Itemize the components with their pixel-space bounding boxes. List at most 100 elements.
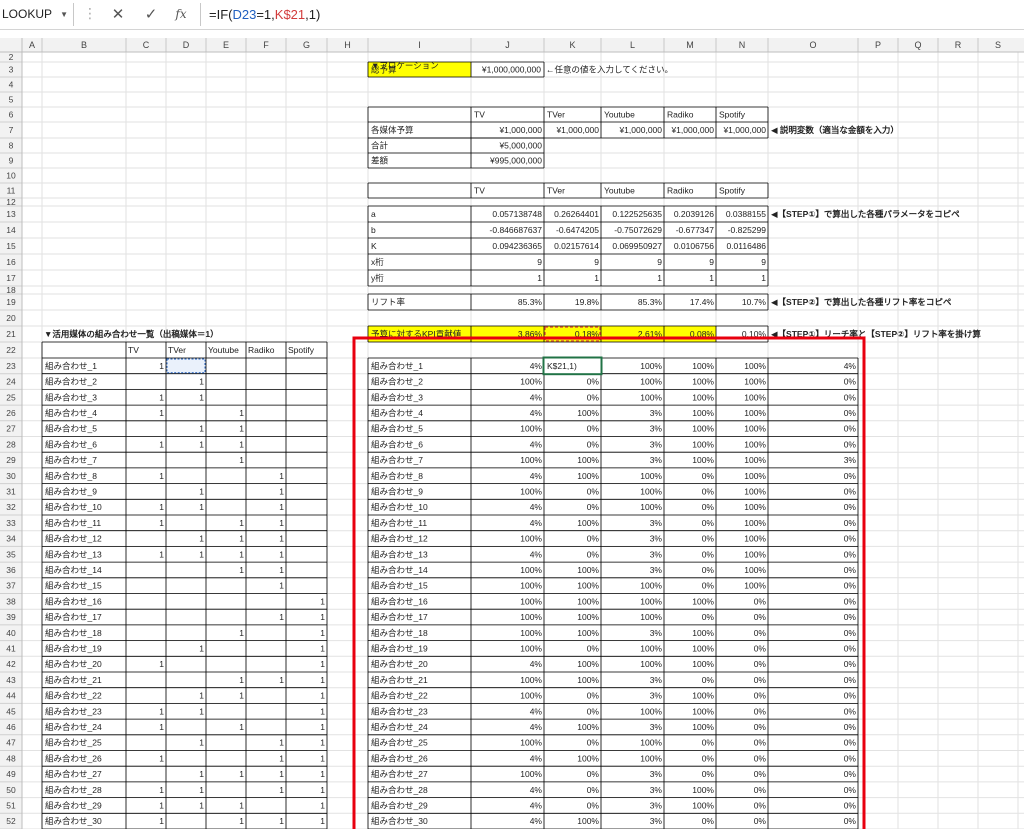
result-cell[interactable]: 0%	[587, 643, 600, 653]
combo-flag-cell[interactable]: 1	[239, 816, 244, 826]
lift-cell[interactable]: 10.7%	[742, 297, 767, 307]
result-cell[interactable]: 3%	[650, 424, 663, 434]
result-cell[interactable]: 0%	[844, 471, 857, 481]
param-cell[interactable]: 9	[594, 257, 599, 267]
row-header-10[interactable]: 10	[6, 171, 16, 181]
combo-flag-cell[interactable]: 1	[199, 691, 204, 701]
combo-flag-cell[interactable]: 1	[279, 816, 284, 826]
result-cell[interactable]: 100%	[640, 471, 662, 481]
lift-cell[interactable]: 19.8%	[575, 297, 600, 307]
combo-flag-cell[interactable]: 1	[320, 612, 325, 622]
result-cell[interactable]: 3%	[650, 549, 663, 559]
result-cell[interactable]: 100%	[692, 455, 714, 465]
name-box[interactable]: LOOKUP ▼	[0, 3, 74, 26]
result-cell[interactable]: 100%	[640, 612, 662, 622]
result-cell[interactable]: 0%	[587, 424, 600, 434]
result-cell[interactable]: 0%	[844, 534, 857, 544]
result-cell[interactable]: 0%	[844, 439, 857, 449]
row-header-11[interactable]: 11	[7, 186, 16, 196]
combo-flag-cell[interactable]: 1	[320, 691, 325, 701]
lift-cell[interactable]: 85.3%	[638, 297, 663, 307]
combo-flag-cell[interactable]: 1	[159, 549, 164, 559]
result-cell[interactable]: 0%	[754, 722, 767, 732]
chevron-down-icon[interactable]: ▼	[60, 3, 68, 26]
enter-check-icon[interactable]: ✓	[140, 3, 162, 26]
result-cell[interactable]: 0%	[587, 392, 600, 402]
result-cell[interactable]: 100%	[520, 565, 542, 575]
result-cell[interactable]: 0%	[587, 691, 600, 701]
combo-flag-cell[interactable]: 1	[239, 769, 244, 779]
column-header-B[interactable]: B	[81, 40, 87, 50]
row-header-8[interactable]: 8	[9, 141, 14, 151]
combo-flag-cell[interactable]: 1	[159, 753, 164, 763]
result-cell[interactable]: 0%	[587, 439, 600, 449]
result-cell[interactable]: 0%	[844, 424, 857, 434]
row-header-6[interactable]: 6	[9, 110, 14, 120]
param-cell[interactable]: 1	[709, 273, 714, 283]
result-cell[interactable]: 100%	[577, 565, 599, 575]
result-cell[interactable]: 100%	[520, 455, 542, 465]
result-cell[interactable]: 100%	[744, 549, 766, 559]
result-cell[interactable]: 100%	[692, 361, 714, 371]
result-cell[interactable]: 4%	[530, 753, 543, 763]
row-header-7[interactable]: 7	[9, 125, 14, 135]
result-cell[interactable]: 100%	[520, 486, 542, 496]
combo-flag-cell[interactable]: 1	[320, 785, 325, 795]
row-header-38[interactable]: 38	[6, 596, 16, 606]
result-cell[interactable]: 3%	[650, 565, 663, 575]
result-cell[interactable]: 4%	[530, 439, 543, 449]
row-header-47[interactable]: 47	[6, 738, 16, 748]
combo-flag-cell[interactable]: 1	[199, 534, 204, 544]
param-cell[interactable]: 0.094236365	[492, 241, 542, 251]
result-cell[interactable]: 0%	[844, 769, 857, 779]
result-cell[interactable]: 0%	[754, 769, 767, 779]
result-cell[interactable]: 100%	[640, 392, 662, 402]
row-header-17[interactable]: 17	[6, 273, 16, 283]
column-header-O[interactable]: O	[809, 40, 816, 50]
row-header-52[interactable]: 52	[6, 816, 16, 826]
column-header-N[interactable]: N	[739, 40, 746, 50]
result-cell[interactable]: 0%	[702, 675, 715, 685]
active-cell-edit-text[interactable]: K$21,1)	[547, 361, 577, 371]
column-header-S[interactable]: S	[995, 40, 1001, 50]
combo-flag-cell[interactable]: 1	[199, 643, 204, 653]
combo-flag-cell[interactable]: 1	[279, 565, 284, 575]
result-cell[interactable]: 100%	[520, 643, 542, 653]
formula-input[interactable]: =IF(D23=1,K$21,1)	[200, 3, 320, 26]
result-cell[interactable]: 4%	[530, 800, 543, 810]
result-cell[interactable]: 0%	[587, 769, 600, 779]
combo-flag-cell[interactable]: 1	[239, 565, 244, 575]
result-cell[interactable]: 0%	[587, 377, 600, 387]
result-cell[interactable]: 0%	[754, 816, 767, 826]
result-cell[interactable]: 0%	[702, 612, 715, 622]
result-cell[interactable]: 0%	[587, 738, 600, 748]
row-header-24[interactable]: 24	[6, 377, 16, 387]
result-cell[interactable]: 0%	[844, 549, 857, 559]
combo-flag-cell[interactable]: 1	[320, 800, 325, 810]
result-cell[interactable]: 3%	[650, 675, 663, 685]
result-cell[interactable]: 100%	[640, 377, 662, 387]
result-cell[interactable]: 100%	[744, 581, 766, 591]
result-cell[interactable]: 100%	[520, 691, 542, 701]
result-cell[interactable]: 3%	[650, 439, 663, 449]
combo-flag-cell[interactable]: 1	[159, 361, 164, 371]
result-cell[interactable]: 0%	[844, 816, 857, 826]
row-header-39[interactable]: 39	[6, 612, 16, 622]
column-header-H[interactable]: H	[344, 40, 351, 50]
row-header-31[interactable]: 31	[6, 486, 16, 496]
row-header-33[interactable]: 33	[6, 518, 16, 528]
row-header-45[interactable]: 45	[6, 706, 16, 716]
result-cell[interactable]: 100%	[744, 518, 766, 528]
combo-flag-cell[interactable]: 1	[320, 769, 325, 779]
combo-flag-cell[interactable]: 1	[279, 581, 284, 591]
result-cell[interactable]: 3%	[650, 518, 663, 528]
result-cell[interactable]: 100%	[692, 377, 714, 387]
row-header-43[interactable]: 43	[6, 675, 16, 685]
result-cell[interactable]: 3%	[650, 722, 663, 732]
combo-flag-cell[interactable]: 1	[279, 738, 284, 748]
combo-flag-cell[interactable]: 1	[159, 800, 164, 810]
result-cell[interactable]: 100%	[577, 581, 599, 591]
result-cell[interactable]: 100%	[520, 534, 542, 544]
result-cell[interactable]: 3%	[650, 769, 663, 779]
row-header-50[interactable]: 50	[6, 785, 16, 795]
